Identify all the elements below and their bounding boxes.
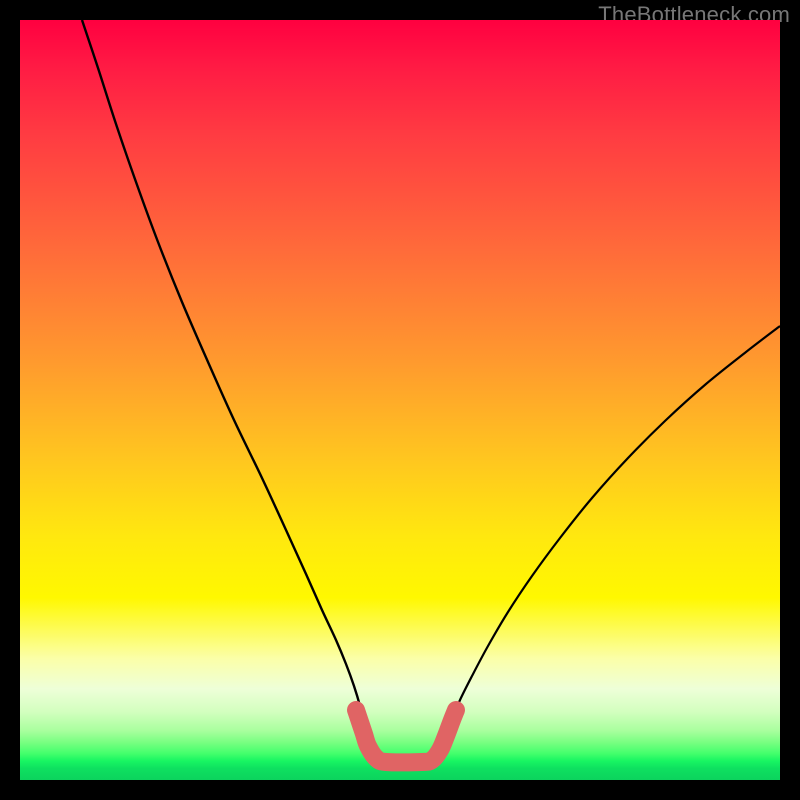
chart-svg (20, 20, 780, 780)
series-right-curve (442, 326, 780, 746)
series-group (82, 20, 780, 762)
plot-area (20, 20, 780, 780)
series-left-curve (82, 20, 368, 746)
series-bottom-highlight (356, 710, 456, 762)
chart-frame: TheBottleneck.com (0, 0, 800, 800)
